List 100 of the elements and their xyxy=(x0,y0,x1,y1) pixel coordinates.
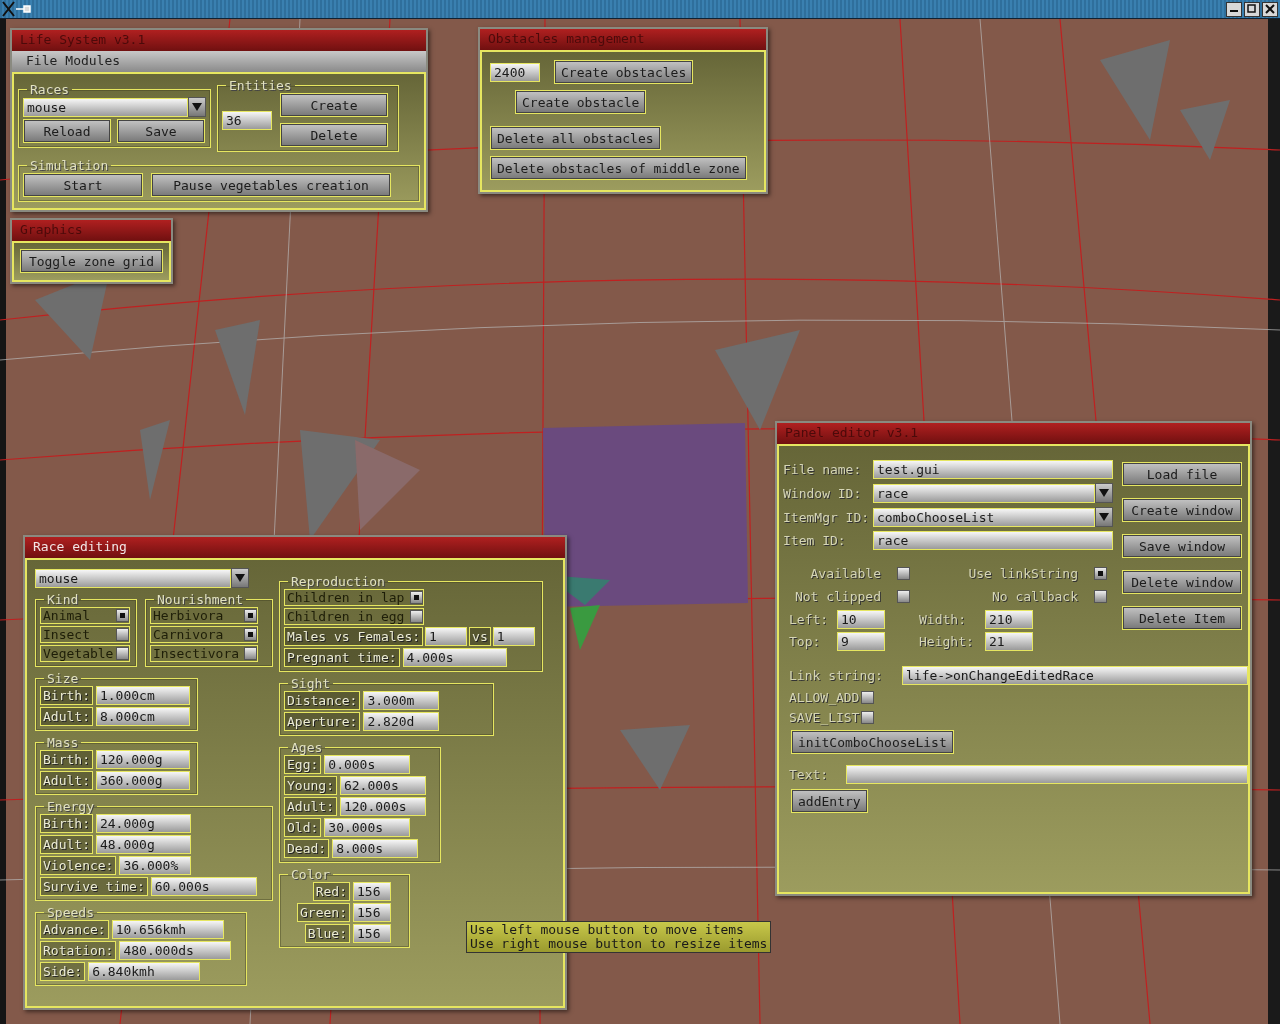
checkbox[interactable] xyxy=(116,609,129,622)
input-field[interactable]: 62.000s xyxy=(339,776,426,795)
field-label: Old: xyxy=(284,818,322,837)
checkbox[interactable] xyxy=(897,590,910,603)
input-field[interactable]: 10 xyxy=(837,610,885,629)
field-label: Window ID: xyxy=(783,485,863,501)
action-button[interactable]: Save xyxy=(117,119,205,143)
input-field[interactable]: 10.656kmh xyxy=(111,920,224,939)
input-field[interactable]: 480.000ds xyxy=(119,941,232,960)
checkbox[interactable] xyxy=(244,647,257,660)
minimize-button[interactable] xyxy=(1226,1,1242,17)
action-button[interactable]: Create xyxy=(280,93,388,117)
dropdown-button[interactable] xyxy=(231,568,249,588)
restore-button[interactable] xyxy=(1244,1,1260,17)
input-field[interactable]: test.gui xyxy=(873,460,1113,479)
input-field[interactable]: 1.000cm xyxy=(95,686,190,705)
field-label: Link string: xyxy=(789,668,884,683)
input-field[interactable]: 1 xyxy=(425,627,468,646)
input-field[interactable]: 3.000m xyxy=(363,691,440,710)
input-field[interactable]: 156 xyxy=(353,924,391,943)
combo-field[interactable]: mouse xyxy=(35,568,231,588)
close-icon xyxy=(1265,4,1275,14)
field-label: Birth: xyxy=(40,814,93,833)
action-button[interactable]: Delete window xyxy=(1122,570,1242,594)
action-button[interactable]: Create window xyxy=(1122,498,1242,522)
input-field[interactable]: 156 xyxy=(353,903,391,922)
group-title: Size xyxy=(46,671,80,686)
caret-icon xyxy=(1099,489,1109,497)
input-field[interactable]: 30.000s xyxy=(324,818,411,837)
input-field[interactable]: 1 xyxy=(492,627,535,646)
input-field[interactable]: 48.000g xyxy=(95,835,191,854)
input-field[interactable]: life->onChangeEditedRace xyxy=(902,666,1248,685)
combo-field[interactable]: race xyxy=(873,483,1095,503)
checkbox[interactable] xyxy=(861,691,875,704)
dropdown-button[interactable] xyxy=(1095,507,1113,527)
checkbox[interactable] xyxy=(116,647,129,660)
input-field[interactable] xyxy=(846,765,1248,784)
input-field[interactable]: 60.000s xyxy=(150,877,257,896)
input-field[interactable]: 120.000g xyxy=(95,750,190,769)
action-button[interactable]: Delete all obstacles xyxy=(490,126,661,150)
action-button[interactable]: Save window xyxy=(1122,534,1242,558)
action-button[interactable]: Start xyxy=(23,173,143,197)
input-field[interactable]: 0.000s xyxy=(324,755,411,774)
action-button[interactable]: Delete Item xyxy=(1122,606,1242,630)
option-label: Vegetable xyxy=(42,646,115,661)
action-button[interactable]: Delete xyxy=(280,123,388,147)
checkbox[interactable] xyxy=(116,628,129,641)
menu-item[interactable]: Modules xyxy=(65,53,121,70)
group-title: Ages xyxy=(290,740,324,755)
input-field[interactable]: 120.000s xyxy=(339,797,426,816)
checkbox[interactable] xyxy=(897,567,910,580)
checkbox[interactable] xyxy=(861,711,875,724)
action-button[interactable]: Delete obstacles of middle zone xyxy=(490,156,747,180)
input-field[interactable]: 156 xyxy=(353,882,391,901)
field-label: Survive time: xyxy=(40,877,148,896)
checkbox[interactable] xyxy=(410,610,423,623)
action-button[interactable]: addEntry xyxy=(791,789,868,813)
input-field[interactable]: 8.000cm xyxy=(95,707,190,726)
combo-field[interactable]: mouse xyxy=(23,97,188,117)
field-label: Dead: xyxy=(284,839,330,858)
checkbox[interactable] xyxy=(244,609,257,622)
input-field[interactable]: 24.000g xyxy=(95,814,191,833)
action-button[interactable]: Create obstacle xyxy=(515,90,647,114)
input-field[interactable]: 8.000s xyxy=(332,839,419,858)
field-label: vs xyxy=(469,627,491,646)
action-button[interactable]: Create obstacles xyxy=(554,60,694,84)
input-field[interactable]: 4.000s xyxy=(402,648,507,667)
input-field[interactable]: 6.840kmh xyxy=(88,962,201,981)
input-field[interactable]: 2.820d xyxy=(363,712,440,731)
checkbox[interactable] xyxy=(1094,567,1107,580)
action-button[interactable]: initComboChooseList xyxy=(791,730,954,754)
checkbox[interactable] xyxy=(410,591,423,604)
checkbox[interactable] xyxy=(1094,590,1107,603)
menu-item[interactable]: File xyxy=(26,53,58,70)
input-field[interactable]: race xyxy=(873,531,1113,550)
dropdown-button[interactable] xyxy=(1095,483,1113,503)
dropdown-button[interactable] xyxy=(188,97,206,117)
field-label: Adult: xyxy=(40,707,93,726)
input-field[interactable]: 9 xyxy=(837,632,885,651)
input-field[interactable]: 2400 xyxy=(490,62,540,82)
action-button[interactable]: Pause vegetables creation xyxy=(151,173,391,197)
input-field[interactable]: 360.000g xyxy=(95,771,190,790)
input-field[interactable]: 36.000% xyxy=(119,856,192,875)
field-label: Item ID: xyxy=(783,533,847,548)
combo-field[interactable]: comboChooseList xyxy=(873,507,1095,527)
input-field[interactable]: 21 xyxy=(985,632,1033,651)
field-label: Birth: xyxy=(40,750,93,769)
window-title: Life System v3.1 xyxy=(12,30,426,51)
input-field[interactable]: 210 xyxy=(985,610,1033,629)
window-title: Panel editor v3.1 xyxy=(777,423,1250,444)
close-button[interactable] xyxy=(1262,1,1278,17)
option-label: Children in egg xyxy=(286,609,406,624)
checkbox[interactable] xyxy=(244,628,257,641)
action-button[interactable]: Load file xyxy=(1122,462,1242,486)
option-label: Children in lap xyxy=(286,590,406,605)
action-button[interactable]: Reload xyxy=(23,119,111,143)
field-label: Males vs Females: xyxy=(284,627,424,646)
action-button[interactable]: Toggle zone grid xyxy=(20,249,163,273)
group-title: Kind xyxy=(46,592,80,607)
input-field[interactable]: 36 xyxy=(222,110,272,130)
